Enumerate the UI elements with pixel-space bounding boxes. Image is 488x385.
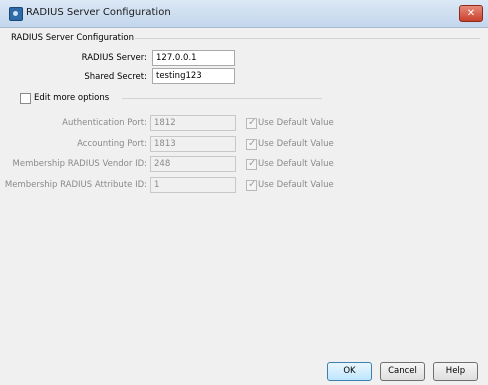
acct-port-default-checkbox[interactable] <box>246 138 257 150</box>
acct-port-input[interactable]: 1813 <box>150 136 236 152</box>
attribute-id-label: Membership RADIUS Attribute ID: <box>4 180 147 190</box>
acct-port-value: 1813 <box>154 139 176 149</box>
ok-button[interactable]: OK <box>327 362 372 381</box>
attribute-id-default-checkbox[interactable] <box>246 179 257 191</box>
acct-port-label: Accounting Port: <box>77 139 147 149</box>
vendor-id-default-label: Use Default Value <box>258 159 334 169</box>
dialog-window: RADIUS Server Configuration ✕ RADIUS Ser… <box>0 0 488 385</box>
group-title: RADIUS Server Configuration <box>11 33 134 43</box>
edit-more-options-checkbox[interactable] <box>20 93 31 104</box>
edit-options-divider <box>122 98 322 99</box>
auth-port-default-checkbox[interactable] <box>246 117 257 129</box>
auth-port-label: Authentication Port: <box>62 118 147 128</box>
acct-port-default-label: Use Default Value <box>258 139 334 149</box>
shared-secret-input[interactable]: testing123 <box>152 68 235 84</box>
close-button[interactable]: ✕ <box>459 5 483 22</box>
help-button[interactable]: Help <box>433 362 478 381</box>
attribute-id-default-label: Use Default Value <box>258 180 334 190</box>
app-icon <box>9 7 23 21</box>
radius-server-value: 127.0.0.1 <box>156 53 197 63</box>
attribute-id-value: 1 <box>154 180 160 190</box>
radius-server-label: RADIUS Server: <box>81 53 147 63</box>
auth-port-input[interactable]: 1812 <box>150 115 236 131</box>
vendor-id-label: Membership RADIUS Vendor ID: <box>12 159 147 169</box>
attribute-id-input[interactable]: 1 <box>150 177 236 193</box>
vendor-id-value: 248 <box>154 159 171 169</box>
auth-port-default-label: Use Default Value <box>258 118 334 128</box>
edit-more-options-label[interactable]: Edit more options <box>34 93 109 103</box>
group-divider <box>135 38 480 39</box>
title-bar[interactable]: RADIUS Server Configuration ✕ <box>0 0 488 28</box>
radius-server-input[interactable]: 127.0.0.1 <box>152 50 235 66</box>
vendor-id-default-checkbox[interactable] <box>246 158 257 170</box>
close-icon: ✕ <box>466 8 476 19</box>
vendor-id-input[interactable]: 248 <box>150 156 236 172</box>
window-title: RADIUS Server Configuration <box>26 7 171 18</box>
shared-secret-label: Shared Secret: <box>84 72 147 82</box>
cancel-button[interactable]: Cancel <box>380 362 425 381</box>
auth-port-value: 1812 <box>154 118 176 128</box>
shared-secret-value: testing123 <box>156 71 202 81</box>
